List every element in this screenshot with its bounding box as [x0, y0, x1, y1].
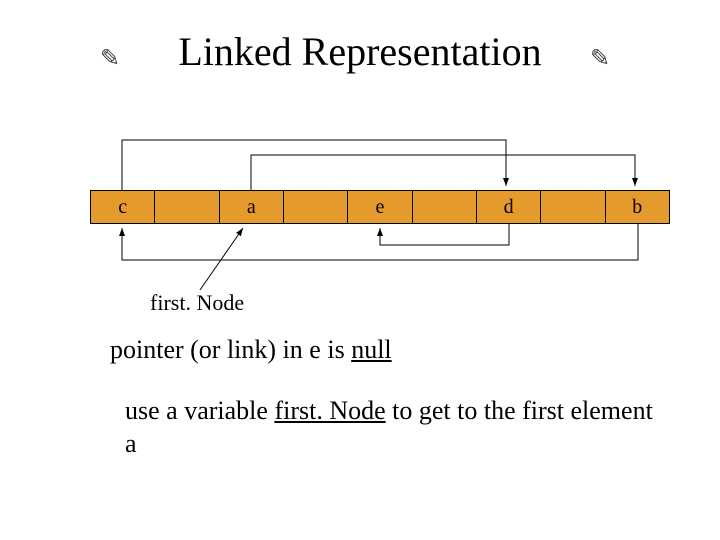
caption-line-2: use a variable first. Node to get to the…	[125, 395, 655, 460]
firstnode-label: first. Node	[150, 290, 244, 316]
caption-line-1: pointer (or link) in e is null	[110, 335, 392, 365]
